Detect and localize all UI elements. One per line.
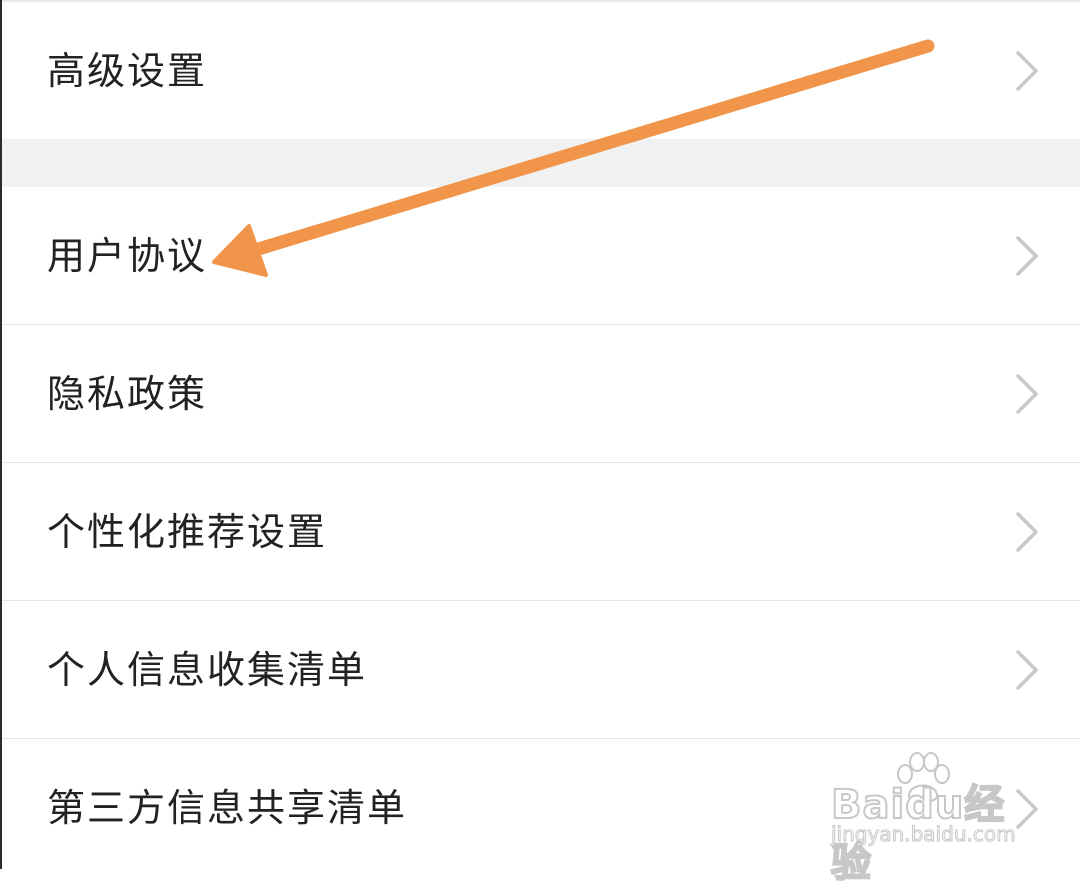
settings-item-personal-info-collection[interactable]: 个人信息收集清单 (0, 601, 1080, 738)
chevron-right-icon (1016, 235, 1038, 276)
chevron-right-icon (1016, 50, 1038, 91)
chevron-right-icon (1016, 649, 1038, 690)
screen-left-edge (0, 0, 2, 869)
settings-item-label: 第三方信息共享清单 (47, 786, 408, 830)
settings-item-privacy-policy[interactable]: 隐私政策 (0, 325, 1080, 462)
settings-item-personalized-recommendation[interactable]: 个性化推荐设置 (0, 463, 1080, 600)
settings-item-advanced[interactable]: 高级设置 (0, 2, 1080, 139)
settings-item-label: 用户协议 (47, 233, 208, 278)
watermark-url: jingyan.baidu.com (831, 822, 1017, 847)
settings-item-label: 个人信息收集清单 (47, 647, 368, 692)
settings-item-label: 高级设置 (47, 48, 208, 93)
settings-item-label: 隐私政策 (47, 371, 208, 416)
baidu-jingyan-watermark: Baidu经验 jingyan.baidu.com (825, 752, 1035, 887)
section-separator (0, 139, 1080, 187)
chevron-right-icon (1016, 511, 1038, 552)
settings-item-label: 个性化推荐设置 (47, 509, 328, 554)
settings-item-user-agreement[interactable]: 用户协议 (0, 187, 1080, 324)
chevron-right-icon (1016, 373, 1038, 414)
